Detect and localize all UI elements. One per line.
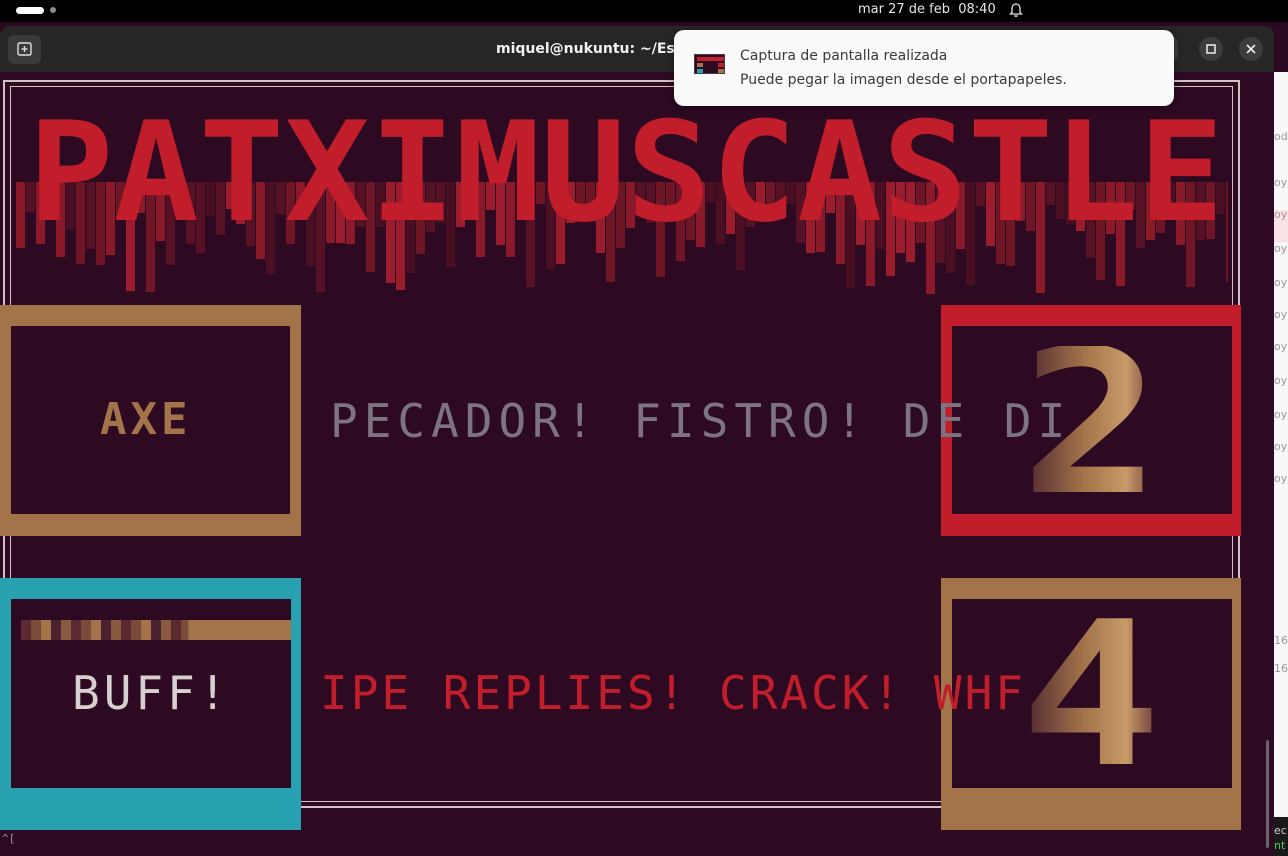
terminal-prompt: ^[ <box>2 832 16 845</box>
energy-segment <box>91 620 101 640</box>
energy-segment <box>111 620 121 640</box>
energy-segment <box>81 620 91 640</box>
text-fragment: oy <box>1274 176 1288 189</box>
window-title: miquel@nukuntu: ~/Escrit <box>496 41 702 57</box>
text-fragment: ec <box>1274 824 1287 837</box>
text-fragment: oy <box>1274 374 1288 387</box>
energy-bar <box>21 620 291 640</box>
text-fragment: oy <box>1274 440 1288 453</box>
notification-title: Captura de pantalla realizada <box>740 48 948 64</box>
new-tab-icon <box>17 42 32 56</box>
text-fragment: 16 <box>1274 634 1288 647</box>
top-bar: mar 27 de feb 08:40 <box>0 0 1288 22</box>
background-window-edge: odi oy oy oy oy oy oy oy oy oy oy 16 16 … <box>1274 72 1288 856</box>
level-indicator: 2 <box>1020 346 1162 494</box>
drip <box>1226 182 1228 282</box>
game-title: PATXIMUSCASTLE <box>28 116 1224 228</box>
close-icon <box>1246 44 1256 54</box>
activities-indicator[interactable] <box>16 7 44 14</box>
game-screen[interactable]: PATXIMUSCASTLE AXE PECADOR! FISTRO! DE D… <box>0 72 1274 856</box>
weapon-label: AXE <box>100 394 192 445</box>
bell-icon[interactable] <box>1008 2 1024 18</box>
text-fragment: oy <box>1274 408 1288 421</box>
text-fragment: oy <box>1274 340 1288 353</box>
lives-indicator: 4 <box>1020 618 1162 766</box>
text-fragment: nt <box>1274 839 1286 852</box>
energy-segment <box>51 620 61 640</box>
energy-segment <box>71 620 81 640</box>
text-fragment: 16 <box>1274 662 1288 675</box>
close-button[interactable] <box>1239 37 1263 61</box>
text-fragment: oy <box>1274 472 1288 485</box>
buff-label: BUFF! <box>72 666 231 720</box>
text-fragment: odi <box>1274 130 1288 143</box>
energy-segment <box>131 620 141 640</box>
energy-segment <box>161 620 171 640</box>
terminal-fragment: ec nt <box>1274 817 1288 856</box>
screenshot-thumbnail <box>694 54 725 74</box>
energy-segment <box>41 620 51 640</box>
level-number: 2 <box>1020 346 1162 494</box>
notification-popup[interactable]: Captura de pantalla realizada Puede pega… <box>674 30 1174 106</box>
energy-segment <box>141 620 151 640</box>
energy-segment <box>151 620 161 640</box>
thumbnail-image <box>697 57 724 73</box>
energy-segment <box>31 620 41 640</box>
text-fragment: oy <box>1274 276 1288 289</box>
message-top: PECADOR! FISTRO! DE DI <box>330 394 1072 448</box>
text-fragment: oy <box>1274 308 1288 321</box>
energy-segment <box>121 620 131 640</box>
notification-body: Puede pegar la imagen desde el portapape… <box>740 72 1067 88</box>
text-fragment: oy <box>1274 208 1288 221</box>
energy-segment <box>61 620 71 640</box>
scrollbar[interactable] <box>1266 740 1269 848</box>
energy-segment <box>171 620 181 640</box>
workspace-dot[interactable] <box>50 7 56 13</box>
maximize-button[interactable] <box>1199 37 1223 61</box>
lives-number: 4 <box>1020 618 1162 766</box>
text-fragment: oy <box>1274 242 1288 255</box>
energy-segment <box>101 620 111 640</box>
game-title-logo: PATXIMUSCASTLE <box>28 116 1224 228</box>
new-tab-button[interactable] <box>8 35 41 64</box>
energy-remaining <box>188 620 291 640</box>
clock[interactable]: mar 27 de feb 08:40 <box>858 2 996 17</box>
maximize-icon <box>1206 44 1216 54</box>
energy-segment <box>21 620 31 640</box>
drip <box>16 182 25 248</box>
message-bottom: IPE REPLIES! CRACK! WHF <box>320 666 1026 720</box>
